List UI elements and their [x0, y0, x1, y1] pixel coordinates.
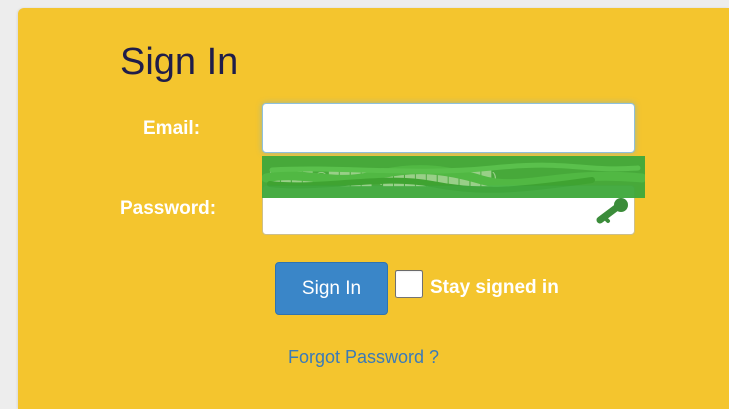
- page: Sign In Email: Password: ████@████ (████…: [0, 0, 729, 409]
- key-icon[interactable]: [594, 196, 634, 226]
- sign-in-button[interactable]: Sign In: [275, 262, 388, 315]
- email-label: Email:: [143, 118, 201, 139]
- email-field[interactable]: [262, 103, 635, 153]
- stay-signed-in-label[interactable]: Stay signed in: [430, 277, 559, 299]
- stay-signed-in-checkbox[interactable]: [395, 270, 423, 298]
- autofill-suggestion[interactable]: ████@████ (██████████): [262, 156, 645, 198]
- password-label: Password:: [120, 198, 217, 219]
- page-title: Sign In: [120, 41, 239, 83]
- forgot-password-link[interactable]: Forgot Password ?: [288, 346, 439, 368]
- redaction-scribble: [262, 162, 645, 193]
